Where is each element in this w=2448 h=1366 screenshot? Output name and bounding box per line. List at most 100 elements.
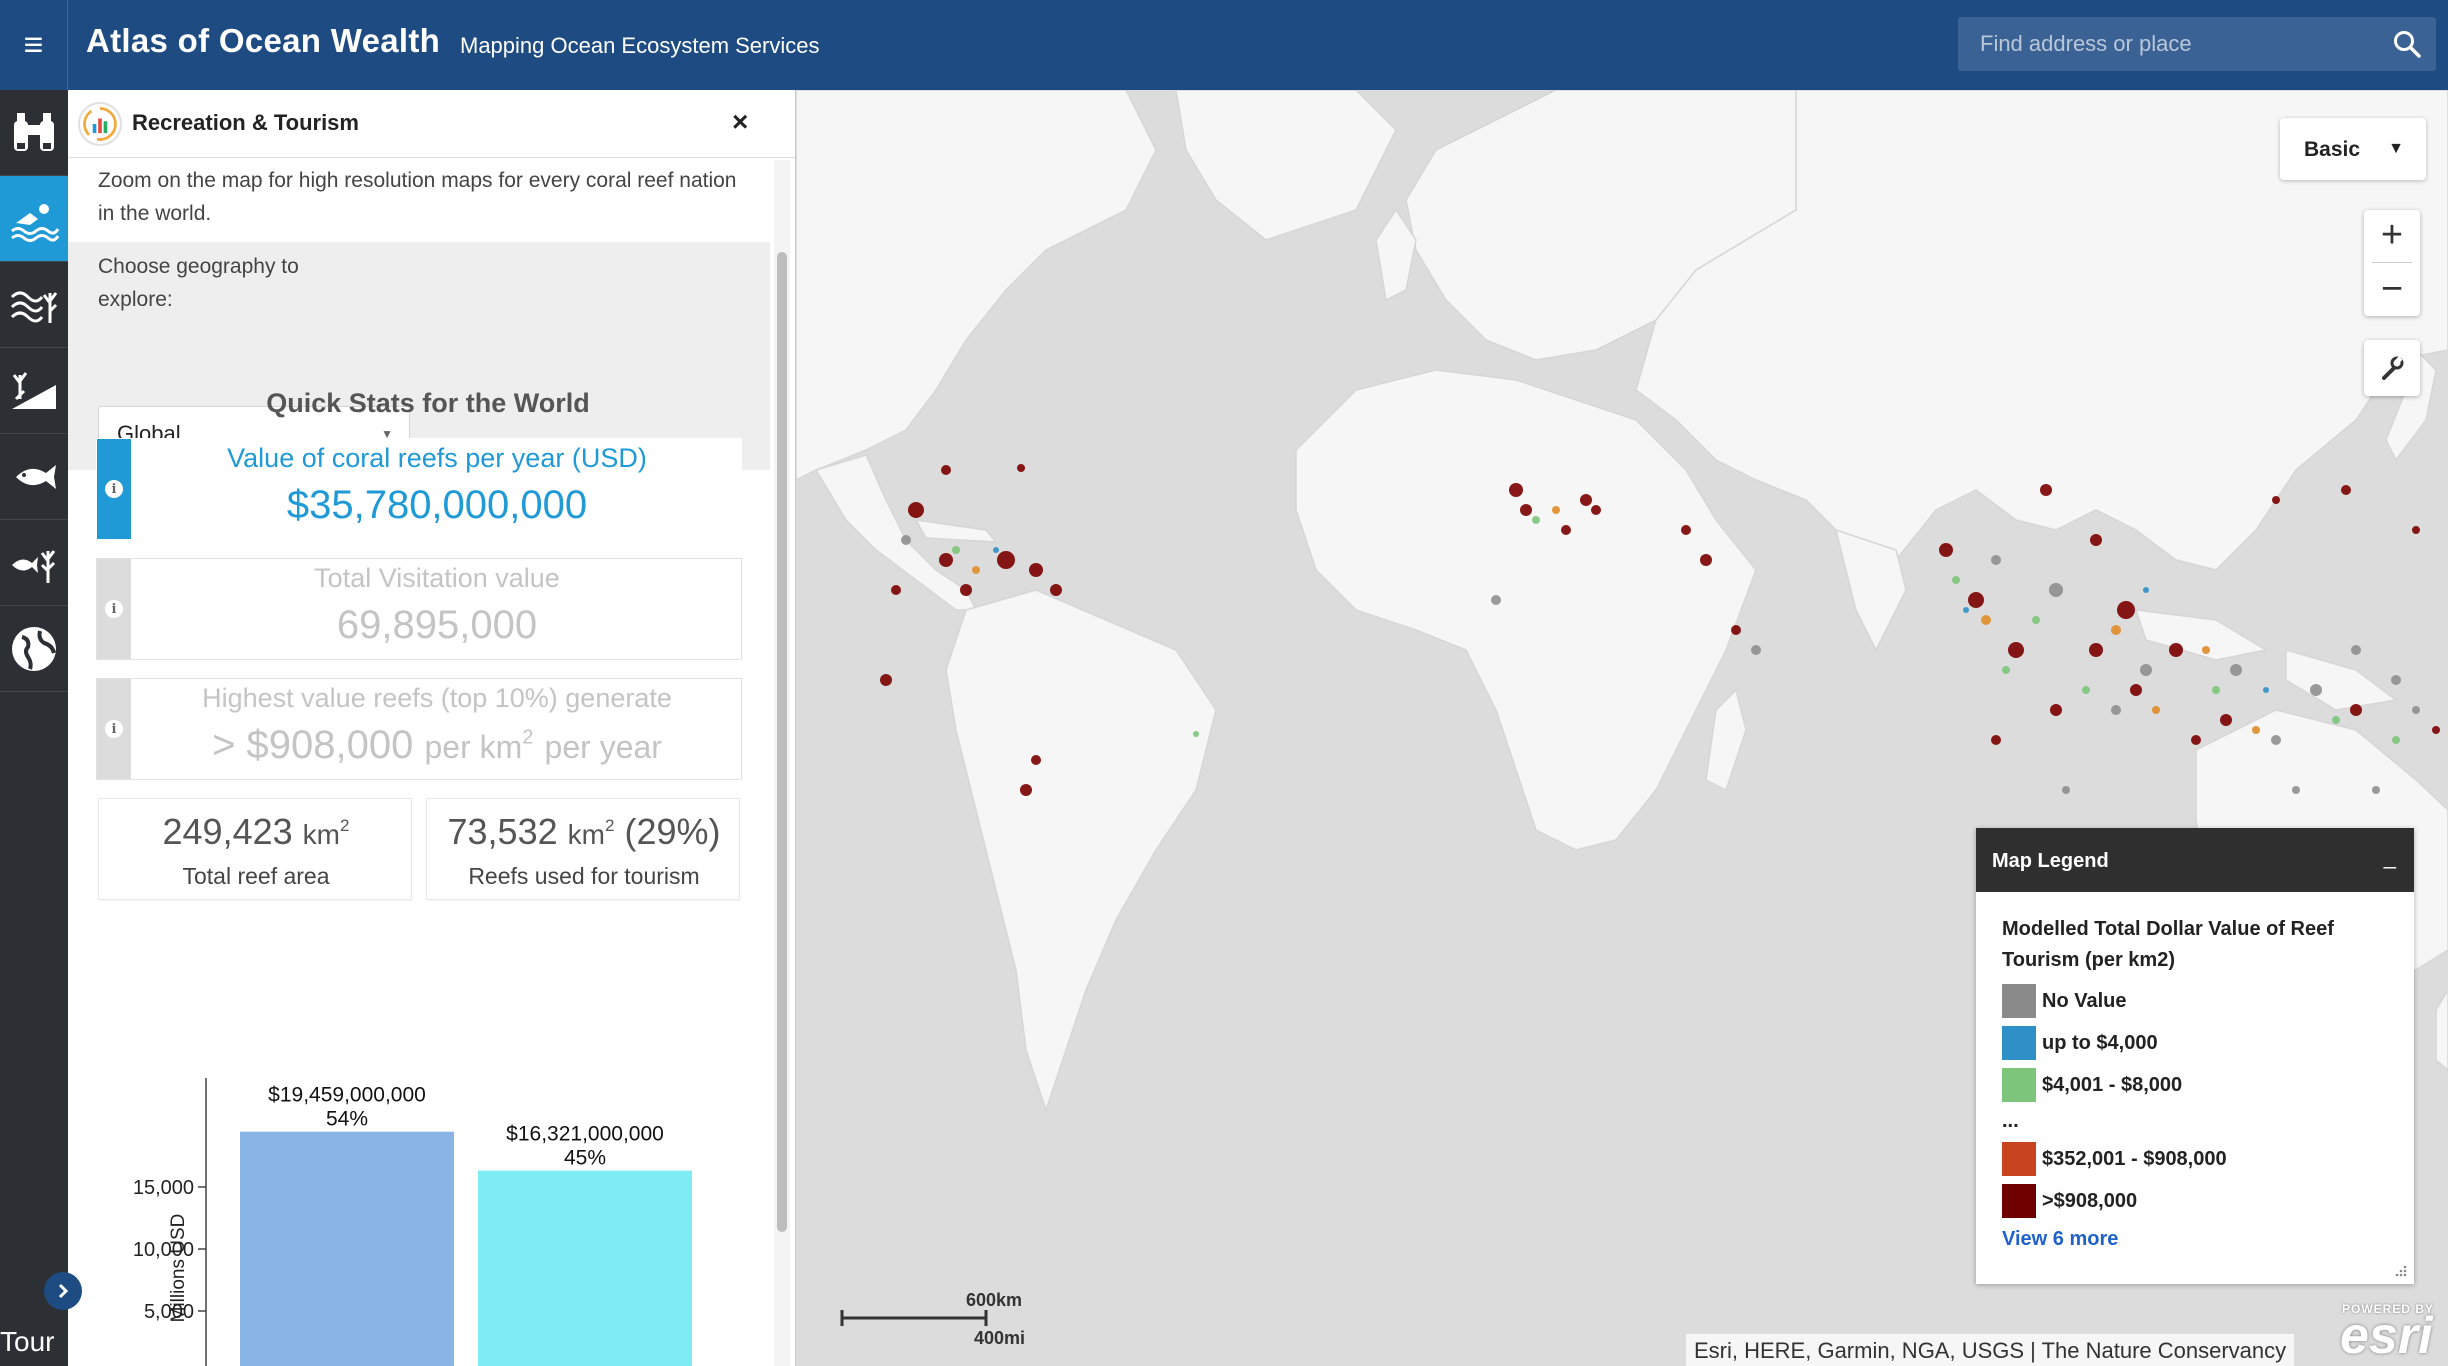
app-title: Atlas of Ocean Wealth (86, 22, 441, 59)
search-input[interactable] (1958, 17, 2378, 71)
tool-rail (0, 90, 68, 1366)
stat-label: Total Visitation value (314, 563, 560, 593)
legend-label: No Value (2042, 989, 2127, 1012)
rail-item-mangroves[interactable] (0, 348, 68, 434)
legend-item: $4,001 - $8,000 (2002, 1068, 2182, 1102)
tour-button[interactable]: Tour (0, 1326, 68, 1358)
resize-handle-icon[interactable] (2394, 1264, 2408, 1278)
bar (478, 1170, 692, 1366)
recreation-panel: Recreation & Tourism × Zoom on the map f… (68, 90, 796, 1366)
stat-card-tourism-reefs: 73,532 km2 (29%) Reefs used for tourism (426, 798, 740, 900)
intro-text: Zoom on the map for high resolution maps… (98, 169, 737, 225)
stat-card-visitation: i Total Visitation value 69,895,000 (96, 558, 742, 660)
legend-ellipsis: ... (2002, 1109, 2019, 1132)
zoom-in-button[interactable]: + (2364, 210, 2420, 262)
binoculars-icon (14, 112, 54, 151)
search-icon[interactable] (2392, 29, 2422, 59)
close-icon[interactable]: × (732, 106, 748, 138)
tools-button[interactable] (2364, 340, 2420, 396)
rail-item-coastal-protection[interactable] (0, 262, 68, 348)
legend-label: $352,001 - $908,000 (2042, 1147, 2227, 1170)
stat-value: $35,780,000,000 (286, 483, 588, 527)
tourism-reefs-label: Reefs used for tourism (468, 863, 700, 889)
zoom-control: + − (2364, 210, 2420, 316)
stat-unit-post: per year (544, 729, 662, 765)
map-view[interactable]: Basic ▼ + − Map Legend _ Modelled Total … (796, 90, 2448, 1366)
scale-mi-label: 400mi (974, 1328, 1026, 1348)
legend-label: up to $4,000 (2042, 1031, 2158, 1054)
fish-coral-icon (12, 549, 56, 583)
view-more-link[interactable]: View 6 more (2002, 1228, 2118, 1251)
stat-card-reef-area: 249,423 km2 Total reef area (98, 798, 412, 900)
wrench-icon (2382, 356, 2404, 380)
search-box (1958, 17, 2436, 71)
scale-bar: 600km 400mi (840, 1290, 1025, 1350)
tourism-unit: km (567, 819, 605, 850)
legend-item: >$908,000 (2002, 1184, 2137, 1218)
rail-item-recreation[interactable] (0, 176, 68, 262)
panel-title: Recreation & Tourism (132, 110, 359, 135)
panel-scrollbar[interactable] (774, 160, 790, 1366)
legend-header: Map Legend _ (1976, 828, 2414, 892)
esri-logo[interactable]: POWERED BY esri (2338, 1302, 2442, 1365)
globe-icon (12, 626, 56, 671)
app-subtitle: Mapping Ocean Ecosystem Services (460, 33, 820, 58)
stat-unit-sup: 2 (522, 726, 534, 749)
map-legend: Map Legend _ Modelled Total Dollar Value… (1976, 828, 2414, 1284)
expand-arrow-icon[interactable] (44, 1272, 82, 1310)
legend-label: $4,001 - $8,000 (2042, 1073, 2183, 1096)
reef-area-number: 249,423 (162, 811, 293, 852)
panel-header: Recreation & Tourism × (68, 90, 795, 158)
tourism-sup: 2 (604, 816, 615, 835)
basemap-label: Basic (2304, 138, 2361, 161)
rail-item-explore[interactable] (0, 90, 68, 176)
map-attribution: Esri, HERE, Garmin, NGA, USGS | The Natu… (1686, 1334, 2295, 1366)
legend-item: up to $4,000 (2002, 1026, 2158, 1060)
legend-swatch (2002, 1142, 2036, 1176)
stat-card-coral-value: i Value of coral reefs per year (USD) $3… (96, 438, 742, 540)
stats-title: Quick Stats for the World (266, 388, 590, 418)
info-tab[interactable]: i (97, 559, 131, 659)
reef-area-unit: km (302, 819, 340, 850)
legend-title: Map Legend (1992, 850, 2109, 872)
hamburger-menu-icon[interactable]: ≡ (0, 0, 68, 90)
legend-swatch (2002, 1184, 2036, 1218)
bar-chart-svg: 5,00010,00015,000Millions USD$19,459,000… (133, 1078, 692, 1366)
stat-value: > $908,000 per km2 per year (131, 723, 743, 768)
y-tick-label: 15,000 (133, 1177, 194, 1199)
bar-pct-label: 54% (326, 1108, 368, 1131)
tourism-number: 73,532 (447, 811, 558, 852)
rail-item-global[interactable] (0, 606, 68, 692)
zoom-out-button[interactable]: − (2364, 264, 2420, 316)
reef-area-label: Total reef area (182, 863, 330, 889)
legend-layer-title: Modelled Total Dollar Value of Reef Tour… (2002, 918, 2334, 971)
reef-area-value: 249,423 km2 (99, 811, 413, 853)
value-bar-chart: 5,000 10,000 15,000 Millions USD $19,459,000… (68, 926, 768, 1366)
rail-item-reef-fish[interactable] (0, 520, 68, 606)
stat-value: 69,895,000 (336, 603, 538, 647)
info-icon: i (105, 480, 123, 498)
basemap-selector[interactable]: Basic ▼ (2280, 118, 2426, 180)
rail-item-fisheries[interactable] (0, 434, 68, 520)
recreation-swimmer-icon (11, 203, 60, 242)
info-tab[interactable]: i (97, 439, 131, 539)
legend-swatch (2002, 984, 2036, 1018)
stat-unit: per km (424, 729, 523, 765)
info-icon: i (105, 720, 123, 738)
zoom-divider (2372, 262, 2412, 263)
bar (240, 1131, 454, 1366)
tourism-reefs-value: 73,532 km2 (29%) (427, 811, 741, 853)
panel-logo-icon (78, 102, 122, 146)
stat-value-number: > $908,000 (212, 723, 414, 767)
geography-label: Choose geography to explore: (98, 255, 299, 311)
info-tab[interactable]: i (97, 679, 131, 779)
bar-value-label: $19,459,000,000 (268, 1084, 426, 1107)
minimize-icon[interactable]: _ (2384, 844, 2396, 870)
bar-value-label: $16,321,000,000 (506, 1123, 664, 1146)
app-header: ≡ Atlas of Ocean Wealth Mapping Ocean Ec… (0, 0, 2448, 90)
esri-wordmark: esri (2340, 1307, 2433, 1365)
chevron-down-icon: ▼ (2388, 140, 2404, 157)
legend-label: >$908,000 (2042, 1189, 2138, 1212)
legend-swatch (2002, 1068, 2036, 1102)
fish-icon (16, 464, 56, 489)
